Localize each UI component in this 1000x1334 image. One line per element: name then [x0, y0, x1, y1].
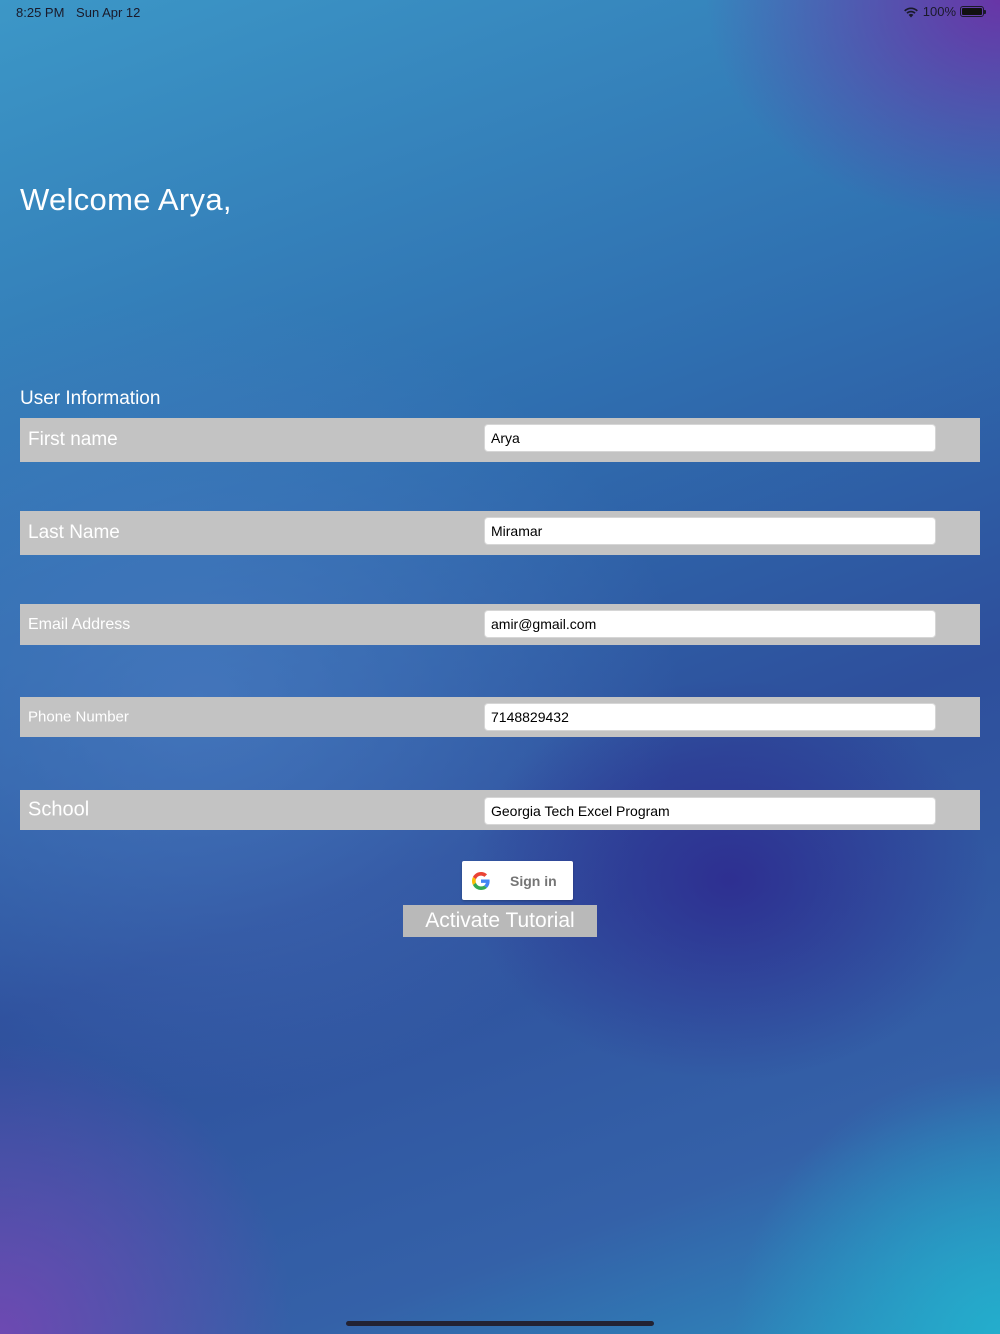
google-icon: [472, 871, 490, 890]
school-row: School: [20, 790, 980, 830]
last-name-label: Last Name: [28, 522, 120, 543]
status-date: Sun Apr 12: [76, 5, 141, 20]
status-bar: 8:25 PM Sun Apr 12 100%: [0, 0, 1000, 24]
school-field[interactable]: [484, 797, 936, 825]
battery-icon: [960, 6, 986, 17]
google-sign-in-label: Sign in: [510, 872, 557, 889]
status-time: 8:25 PM: [16, 5, 65, 20]
wifi-icon: [903, 6, 918, 17]
school-label: School: [28, 798, 90, 821]
first-name-label: First name: [28, 429, 118, 450]
google-sign-in-button[interactable]: Sign in: [462, 861, 573, 900]
email-field[interactable]: [484, 610, 936, 638]
user-information-heading: User Information: [20, 388, 161, 409]
email-row: Email Address: [20, 604, 980, 645]
phone-label: Phone Number: [28, 708, 129, 726]
phone-row: Phone Number: [20, 697, 980, 737]
battery-percentage: 100%: [922, 4, 956, 19]
email-label: Email Address: [28, 615, 131, 633]
first-name-field[interactable]: [484, 424, 936, 452]
last-name-row: Last Name: [20, 511, 980, 555]
welcome-heading: Welcome Arya,: [20, 182, 232, 217]
last-name-field[interactable]: [484, 517, 936, 545]
status-bar-left: 8:25 PM Sun Apr 12: [16, 5, 148, 20]
first-name-row: First name: [20, 418, 980, 462]
phone-field[interactable]: [484, 703, 936, 731]
activate-tutorial-button[interactable]: Activate Tutorial: [403, 905, 597, 937]
home-indicator[interactable]: [346, 1321, 654, 1326]
status-bar-right: 100%: [903, 4, 986, 19]
